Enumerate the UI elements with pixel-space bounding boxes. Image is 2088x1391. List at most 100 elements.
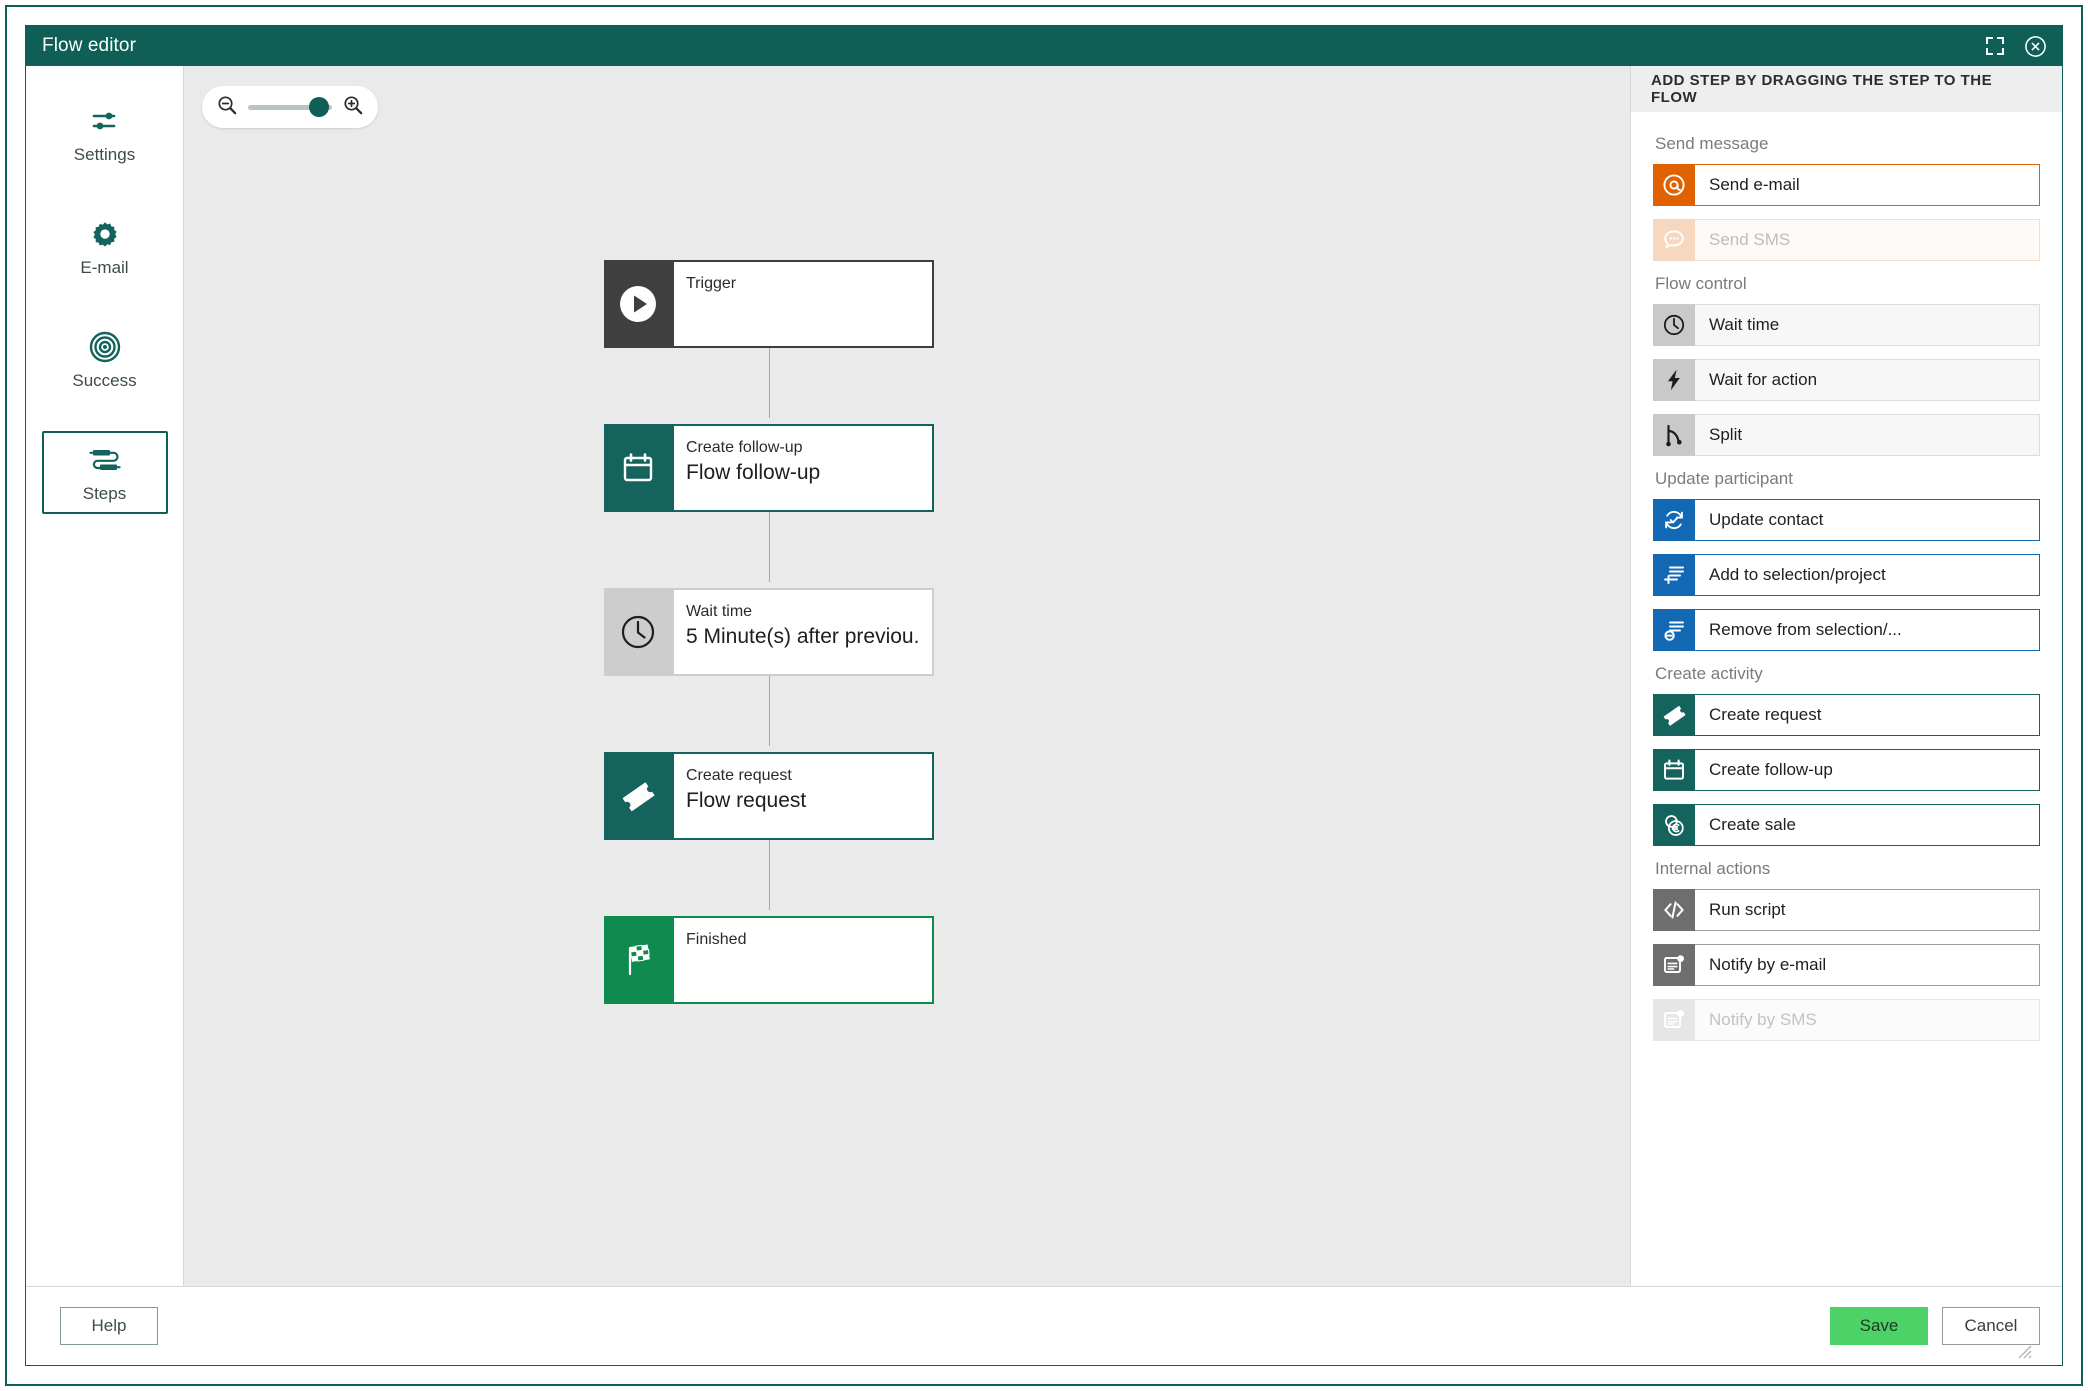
footer-bar: Help Save Cancel bbox=[26, 1286, 2062, 1365]
flow-node-body: Create follow-up Flow follow-up bbox=[672, 424, 934, 512]
expand-icon[interactable] bbox=[1982, 33, 2008, 59]
coins-euro-icon bbox=[1653, 804, 1695, 846]
calendar-icon bbox=[1653, 749, 1695, 791]
step-item-label: Send SMS bbox=[1695, 219, 2040, 261]
editor-content: Settings E-mail Success Steps Trigger Cr… bbox=[26, 66, 2062, 1286]
step-item-add-to-selection-project[interactable]: Add to selection/project bbox=[1653, 554, 2040, 596]
flow-node-title: Finished bbox=[686, 931, 747, 948]
step-item-label: Send e-mail bbox=[1695, 164, 2040, 206]
save-button[interactable]: Save bbox=[1830, 1307, 1928, 1345]
step-library-panel: ADD STEP BY DRAGGING THE STEP TO THE FLO… bbox=[1630, 66, 2062, 1286]
step-item-update-contact[interactable]: Update contact bbox=[1653, 499, 2040, 541]
sidebar-item-label: Steps bbox=[82, 484, 127, 503]
help-button[interactable]: Help bbox=[60, 1307, 158, 1345]
play-circle-icon bbox=[604, 260, 672, 348]
flow-node-title: Create follow-up bbox=[686, 439, 803, 456]
step-item-run-script[interactable]: Run script bbox=[1653, 889, 2040, 931]
step-group-title: Flow control bbox=[1655, 274, 1747, 293]
step-item-label: Create sale bbox=[1695, 804, 2040, 846]
clock-icon bbox=[604, 588, 672, 676]
flow-node-body: Finished bbox=[672, 916, 934, 1004]
step-library-header: ADD STEP BY DRAGGING THE STEP TO THE FLO… bbox=[1631, 66, 2062, 112]
step-group-title: Create activity bbox=[1655, 664, 1763, 683]
notify-sms-icon bbox=[1653, 999, 1695, 1041]
sidebar-item-steps[interactable]: Steps bbox=[41, 431, 168, 514]
step-item-label: Update contact bbox=[1695, 499, 2040, 541]
title-bar: Flow editor bbox=[26, 26, 2062, 66]
gear-icon bbox=[90, 217, 120, 251]
sidebar-item-label: E-mail bbox=[80, 258, 129, 277]
step-item-wait-time[interactable]: Wait time bbox=[1653, 304, 2040, 346]
step-item-label: Add to selection/project bbox=[1695, 554, 2040, 596]
flow-node-body: Trigger bbox=[672, 260, 934, 348]
step-item-create-follow-up[interactable]: Create follow-up bbox=[1653, 749, 2040, 791]
sidebar-item-email[interactable]: E-mail bbox=[42, 205, 168, 288]
left-sidebar: Settings E-mail Success Steps bbox=[26, 66, 184, 1286]
flow-connector bbox=[769, 676, 770, 746]
step-item-label: Notify by SMS bbox=[1695, 999, 2040, 1041]
step-item-send-sms: Send SMS bbox=[1653, 219, 2040, 261]
flow-node-subtitle: 5 Minute(s) after previou... bbox=[686, 625, 918, 648]
flow-node-wait-time[interactable]: Wait time 5 Minute(s) after previou... bbox=[604, 588, 934, 676]
footer-actions: Save Cancel bbox=[1830, 1307, 2040, 1345]
flow-node-title: Create request bbox=[686, 767, 792, 784]
step-item-notify-by-sms: Notify by SMS bbox=[1653, 999, 2040, 1041]
flow-node-finished[interactable]: Finished bbox=[604, 916, 934, 1004]
flow-connector bbox=[769, 512, 770, 582]
list-remove-icon bbox=[1653, 609, 1695, 651]
lightning-icon bbox=[1653, 359, 1695, 401]
flow-node-subtitle: Flow request bbox=[686, 789, 807, 812]
ticket-icon bbox=[1653, 694, 1695, 736]
flow-node-title: Wait time bbox=[686, 603, 753, 620]
flow-node-body: Create request Flow request bbox=[672, 752, 934, 840]
step-item-create-request[interactable]: Create request bbox=[1653, 694, 2040, 736]
chat-bubble-icon bbox=[1653, 219, 1695, 261]
flow-node-create-request[interactable]: Create request Flow request bbox=[604, 752, 934, 840]
code-brackets-icon bbox=[1653, 889, 1695, 931]
at-sign-icon bbox=[1653, 164, 1695, 206]
step-item-label: Create follow-up bbox=[1695, 749, 2040, 791]
close-circle-icon[interactable] bbox=[2022, 33, 2048, 59]
steps-icon bbox=[88, 443, 121, 477]
step-item-split[interactable]: Split bbox=[1653, 414, 2040, 456]
flow-graph: Trigger Create follow-up Flow follow-up … bbox=[184, 66, 1630, 1286]
list-add-icon bbox=[1653, 554, 1695, 596]
ticket-icon bbox=[604, 752, 672, 840]
step-library-groups: Send message Send e-mail Send SMS Flow cont… bbox=[1631, 112, 2062, 1286]
step-item-wait-for-action[interactable]: Wait for action bbox=[1653, 359, 2040, 401]
step-item-remove-from-selection[interactable]: Remove from selection/... bbox=[1653, 609, 2040, 651]
step-item-label: Remove from selection/... bbox=[1695, 609, 2040, 651]
flow-node-body: Wait time 5 Minute(s) after previou... bbox=[672, 588, 934, 676]
step-item-label: Split bbox=[1695, 414, 2040, 456]
step-item-label: Wait for action bbox=[1695, 359, 2040, 401]
step-item-label: Run script bbox=[1695, 889, 2040, 931]
step-item-create-sale[interactable]: Create sale bbox=[1653, 804, 2040, 846]
notify-mail-icon bbox=[1653, 944, 1695, 986]
step-group-title: Send message bbox=[1655, 134, 1769, 153]
step-item-label: Notify by e-mail bbox=[1695, 944, 2040, 986]
flow-node-subtitle: Flow follow-up bbox=[686, 461, 821, 484]
window-title: Flow editor bbox=[42, 35, 137, 56]
step-item-notify-by-e-mail[interactable]: Notify by e-mail bbox=[1653, 944, 2040, 986]
target-icon bbox=[89, 330, 121, 364]
step-item-label: Create request bbox=[1695, 694, 2040, 736]
flow-canvas[interactable]: Trigger Create follow-up Flow follow-up … bbox=[184, 66, 1630, 1286]
sidebar-item-settings[interactable]: Settings bbox=[42, 92, 168, 175]
flow-node-create-follow-up[interactable]: Create follow-up Flow follow-up bbox=[604, 424, 934, 512]
checkered-flag-icon bbox=[604, 916, 672, 1004]
title-bar-actions bbox=[1982, 33, 2048, 59]
flow-node-trigger[interactable]: Trigger bbox=[604, 260, 934, 348]
calendar-icon bbox=[604, 424, 672, 512]
step-item-send-e-mail[interactable]: Send e-mail bbox=[1653, 164, 2040, 206]
sidebar-item-label: Settings bbox=[73, 145, 136, 164]
refresh-check-icon bbox=[1653, 499, 1695, 541]
flow-editor-window: Flow editor Settings E-mail Success Step… bbox=[0, 0, 2088, 1391]
step-group-title: Internal actions bbox=[1655, 859, 1771, 878]
sidebar-item-label: Success bbox=[72, 371, 137, 390]
cancel-button[interactable]: Cancel bbox=[1942, 1307, 2040, 1345]
flow-connector bbox=[769, 840, 770, 910]
resize-grip-icon[interactable] bbox=[2014, 1341, 2032, 1359]
sidebar-item-success[interactable]: Success bbox=[42, 318, 168, 401]
step-group-title: Update participant bbox=[1655, 469, 1793, 488]
sliders-icon bbox=[90, 104, 120, 138]
